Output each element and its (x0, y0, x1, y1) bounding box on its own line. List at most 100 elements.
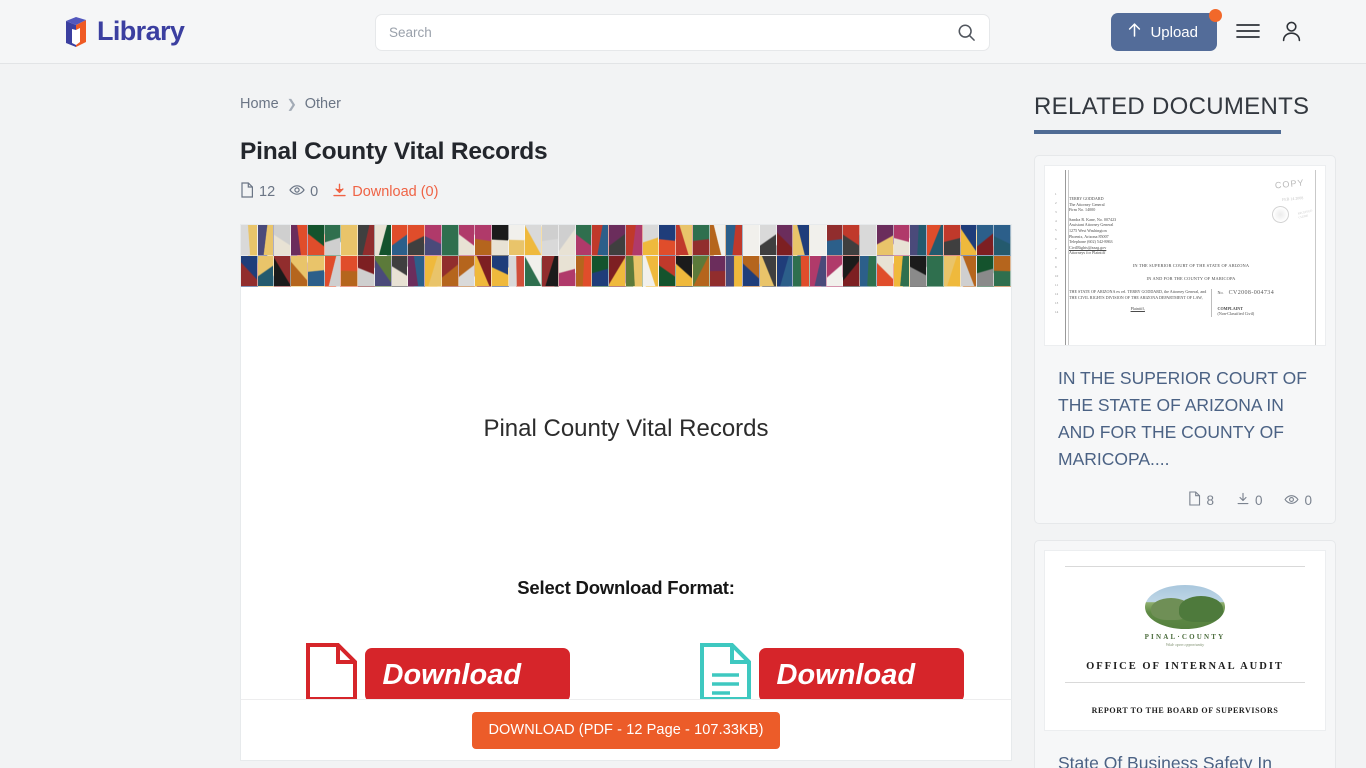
collage-tile (475, 256, 493, 287)
search-input[interactable] (389, 25, 957, 40)
collage-tile (592, 256, 610, 287)
collage-column (809, 225, 827, 287)
collage-tile (274, 225, 292, 256)
collage-tile (307, 225, 325, 256)
hamburger-menu-button[interactable] (1234, 20, 1262, 45)
collage-tile (910, 256, 928, 287)
related-document-card[interactable]: 1 2 3 4 5 6 7 8 9 10 11 12 13 14 COPY FEB 14 2008 REC… (1034, 155, 1336, 524)
collage-tile (324, 225, 342, 256)
collage-column (876, 225, 894, 287)
collage-column (291, 225, 308, 287)
page-count-value: 12 (259, 184, 276, 200)
collage-column (793, 225, 810, 287)
collage-column (977, 225, 995, 287)
copy-stamp: COPY (1274, 177, 1306, 191)
collage-column (575, 225, 593, 287)
preview-download-doc[interactable]: Download (697, 641, 964, 699)
attorneys-for: Attorneys for Plaintiff (1069, 250, 1106, 256)
collage-column (743, 225, 760, 287)
collage-tile (860, 256, 877, 287)
collage-column (642, 225, 660, 287)
collage-tile (542, 225, 559, 256)
related-page-count: 8 (1188, 491, 1214, 509)
upload-button[interactable]: Upload (1111, 9, 1222, 51)
collage-tile (893, 225, 911, 256)
attorney-role: The Attorney General (1069, 201, 1105, 207)
collage-column (525, 225, 543, 287)
collage-tile (425, 256, 442, 287)
related-document-title[interactable]: State Of Business Safety In (1044, 731, 1326, 768)
related-document-card[interactable]: PINAL·COUNTY Wide open opportunity OFFIC… (1034, 540, 1336, 768)
collage-tile (676, 256, 693, 287)
search-icon[interactable] (957, 23, 976, 42)
header-actions: Upload (1111, 0, 1304, 64)
collage-tile (492, 256, 509, 287)
document-preview[interactable]: Pinal County Vital Records Select Downlo… (240, 224, 1012, 699)
download-link[interactable]: Download (0) (332, 183, 438, 202)
preview-download-doc-label: Download (758, 648, 964, 699)
collage-tile (525, 256, 543, 287)
collage-column (592, 225, 610, 287)
collage-column (826, 225, 844, 287)
collage-tile (843, 256, 861, 287)
collage-tile (241, 256, 258, 287)
collage-tile (726, 225, 744, 256)
collage-column (358, 225, 375, 287)
collage-column (374, 225, 392, 287)
phone: Telephone (602) 542-8863 (1069, 239, 1113, 245)
collage-tile (994, 225, 1011, 256)
collage-column (475, 225, 493, 287)
collage-column (458, 225, 476, 287)
collage-column (692, 225, 710, 287)
book-icon (63, 16, 94, 48)
collage-column (893, 225, 911, 287)
collage-tile (475, 225, 493, 256)
collage-tile (525, 225, 543, 256)
site-logo[interactable]: Library (63, 16, 185, 48)
breadcrumb-home[interactable]: Home (240, 96, 279, 112)
collage-tile (408, 225, 426, 256)
collage-column (709, 225, 727, 287)
collage-tile (609, 256, 626, 287)
collage-tile (676, 225, 693, 256)
collage-tile (893, 256, 911, 287)
collage-tile (542, 256, 559, 287)
county-tagline: Wide open opportunity (1165, 642, 1205, 647)
search-box[interactable] (375, 14, 990, 51)
preview-download-pdf[interactable]: Download (303, 641, 570, 699)
collage-tile (274, 256, 292, 287)
collage-tile (358, 225, 375, 256)
collage-column (927, 225, 944, 287)
collage-tile (943, 256, 961, 287)
related-document-title[interactable]: IN THE SUPERIOR COURT OF THE STATE OF AR… (1044, 346, 1326, 473)
upload-notification-badge (1209, 9, 1222, 22)
related-document-thumbnail[interactable]: PINAL·COUNTY Wide open opportunity OFFIC… (1044, 550, 1326, 731)
collage-tile (341, 225, 359, 256)
related-document-thumbnail[interactable]: 1 2 3 4 5 6 7 8 9 10 11 12 13 14 COPY FEB 14 2008 REC… (1044, 165, 1326, 346)
assistant-role: Assistant Attorney General (1069, 222, 1114, 228)
collage-tile (943, 225, 961, 256)
collage-tile (307, 256, 325, 287)
collage-tile (994, 256, 1011, 287)
download-button[interactable]: DOWNLOAD (PDF - 12 Page - 107.33KB) (472, 711, 780, 749)
collage-tile (793, 225, 810, 256)
collage-column (241, 225, 258, 287)
collage-tile (776, 256, 794, 287)
collage-tile (441, 256, 459, 287)
view-count-value: 0 (310, 184, 319, 200)
collage-column (910, 225, 928, 287)
hamburger-menu-icon (1236, 22, 1260, 43)
breadcrumb-other[interactable]: Other (305, 96, 341, 112)
collage-tile (642, 225, 660, 256)
address-line-2: Phoenix, Arizona 85007 (1069, 233, 1109, 239)
firm-no: Firm No. 14000 (1069, 207, 1096, 213)
collage-tile (743, 225, 760, 256)
report-subtitle: REPORT TO THE BOARD OF SUPERVISORS (1091, 706, 1279, 715)
file-page-icon (1188, 491, 1201, 509)
user-account-button[interactable] (1279, 18, 1304, 47)
collage-tile (709, 256, 727, 287)
collage-tile (642, 256, 660, 287)
collage-tile (492, 225, 509, 256)
collage-column (441, 225, 459, 287)
view-count: 0 (289, 184, 318, 200)
